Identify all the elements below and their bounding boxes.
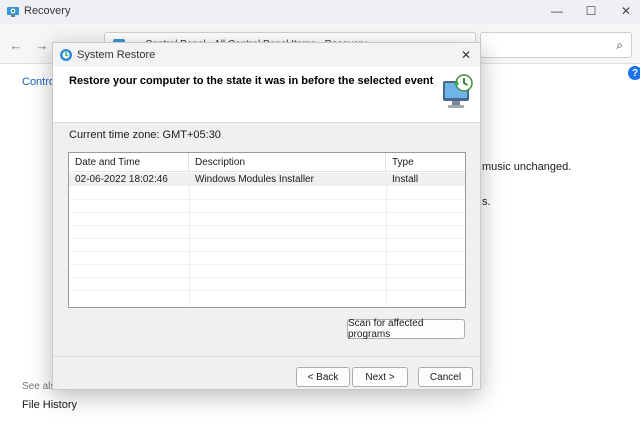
minimize-button[interactable]: — [543, 2, 571, 20]
grid-line [69, 225, 465, 226]
system-restore-dialog: System Restore ✕ Restore your computer t… [52, 42, 481, 390]
restore-monitor-icon [443, 74, 473, 108]
recovery-app-icon [7, 7, 19, 17]
forward-arrow-icon[interactable]: → [34, 37, 50, 53]
maximize-button[interactable]: ☐ [577, 2, 605, 20]
grid-line [69, 212, 465, 213]
cell-date: 02-06-2022 18:02:46 [75, 174, 168, 185]
dialog-close-icon[interactable]: ✕ [458, 47, 474, 63]
column-header-date[interactable]: ˇ Date and Time [69, 153, 189, 172]
back-arrow-icon[interactable]: ← [8, 37, 24, 53]
search-icon[interactable]: ⌕ [616, 38, 623, 53]
grid-line [69, 264, 465, 265]
restore-points-table: ˇ Date and Time Description Type 02-06-2… [68, 152, 466, 308]
grid-line [69, 238, 465, 239]
cancel-button[interactable]: Cancel [418, 367, 473, 387]
back-button[interactable]: < Back [296, 367, 350, 387]
cell-description: Windows Modules Installer [195, 174, 314, 185]
scan-affected-programs-button[interactable]: Scan for affected programs [347, 318, 465, 340]
column-header-description[interactable]: Description [189, 153, 386, 172]
dialog-title: System Restore [77, 49, 156, 61]
grid-line [386, 172, 387, 307]
grid-line [69, 251, 465, 252]
dialog-header: Restore your computer to the state it wa… [53, 67, 480, 123]
window-titlebar: Recovery — ☐ ✕ [0, 0, 640, 24]
close-window-button[interactable]: ✕ [612, 2, 640, 20]
search-input[interactable]: ⌕ [480, 32, 632, 58]
column-header-type[interactable]: Type [386, 153, 465, 172]
grid-line [69, 277, 465, 278]
file-history-link[interactable]: File History [22, 399, 77, 411]
grid-line [69, 199, 465, 200]
footer-divider [53, 356, 480, 357]
next-button[interactable]: Next > [352, 367, 408, 387]
grid-line [69, 290, 465, 291]
cell-type: Install [392, 174, 419, 185]
column-header-label: Type [392, 157, 414, 168]
background-text: music unchanged. [482, 161, 572, 173]
system-restore-icon [60, 49, 72, 61]
grid-line [189, 172, 190, 307]
dialog-titlebar: System Restore ✕ [53, 43, 480, 67]
sort-caret-icon: ˇ [123, 152, 126, 160]
table-row[interactable]: 02-06-2022 18:02:46 Windows Modules Inst… [69, 173, 465, 186]
background-text-fragment: s. [482, 196, 491, 208]
dialog-heading: Restore your computer to the state it wa… [69, 75, 434, 87]
time-zone-label: Current time zone: GMT+05:30 [69, 129, 221, 141]
window-title: Recovery [24, 5, 71, 17]
column-header-label: Description [195, 157, 246, 168]
column-header-label: Date and Time [75, 157, 141, 168]
help-icon[interactable]: ? [628, 66, 640, 80]
